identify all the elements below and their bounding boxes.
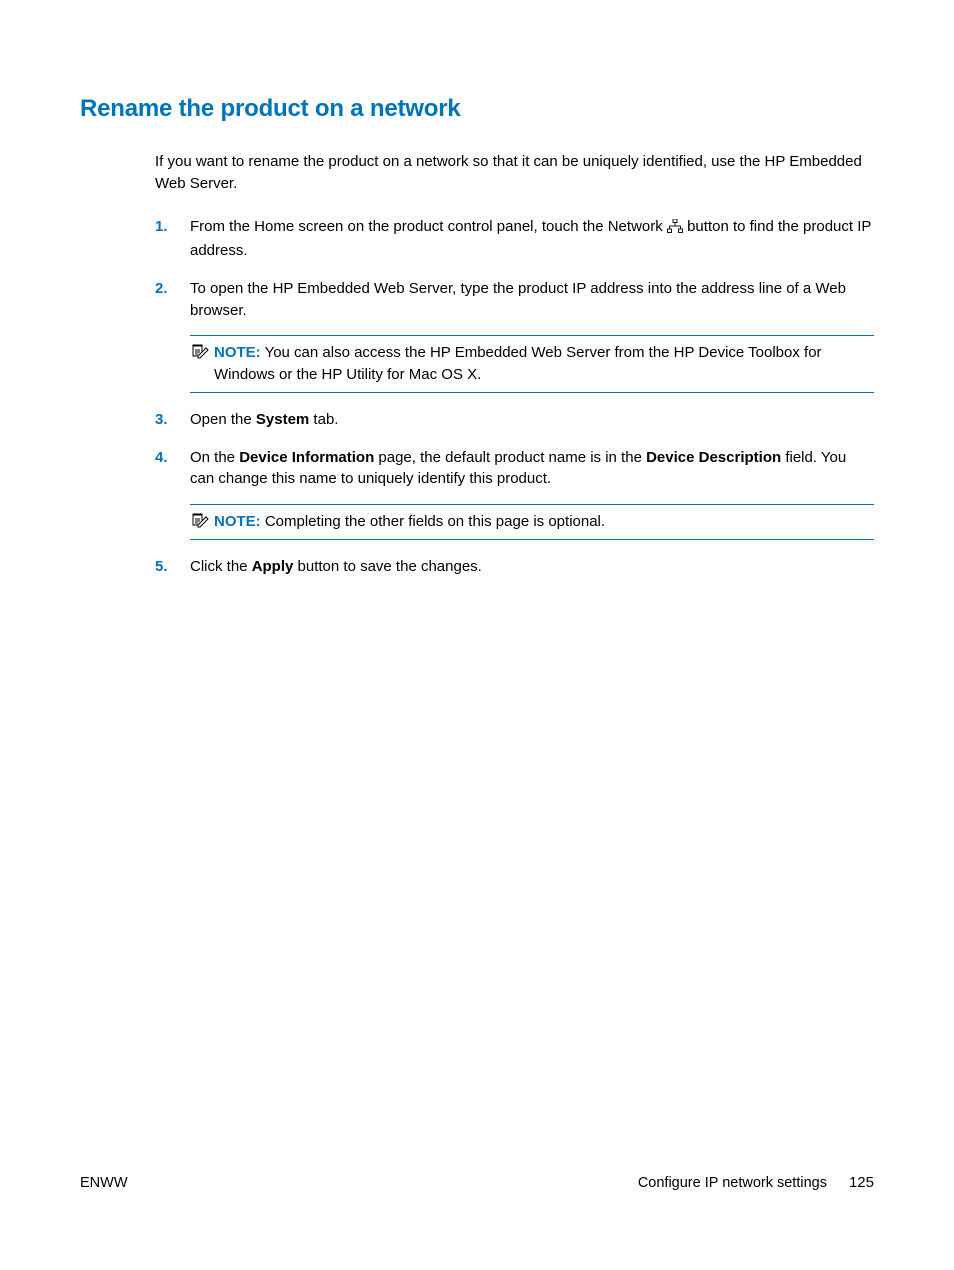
page-footer: ENWW Configure IP network settings 125 [80, 1172, 874, 1194]
note-icon [190, 343, 210, 363]
step-text: Click the Apply button to save the chang… [190, 558, 482, 575]
step-4: 4. On the Device Information page, the d… [155, 447, 874, 540]
note-label: NOTE: [214, 344, 261, 361]
footer-left: ENWW [80, 1173, 128, 1194]
step-number: 3. [155, 409, 168, 431]
step-number: 2. [155, 278, 168, 300]
step-number: 4. [155, 447, 168, 469]
note-content: NOTE: You can also access the HP Embedde… [214, 342, 874, 386]
intro-paragraph: If you want to rename the product on a n… [155, 151, 874, 195]
footer-section: Configure IP network settings [638, 1173, 827, 1194]
step-text: To open the HP Embedded Web Server, type… [190, 280, 846, 319]
step-3: 3. Open the System tab. [155, 409, 874, 431]
page-number: 125 [849, 1172, 874, 1194]
step-text: Open the System tab. [190, 411, 338, 428]
note-box: NOTE: Completing the other fields on thi… [190, 504, 874, 540]
step-2: 2. To open the HP Embedded Web Server, t… [155, 278, 874, 393]
network-icon [667, 218, 683, 240]
note-box: NOTE: You can also access the HP Embedde… [190, 335, 874, 393]
step-number: 5. [155, 556, 168, 578]
step-1: 1. From the Home screen on the product c… [155, 216, 874, 262]
step-5: 5. Click the Apply button to save the ch… [155, 556, 874, 578]
page-heading: Rename the product on a network [80, 92, 874, 127]
step-number: 1. [155, 216, 168, 238]
step-text: From the Home screen on the product cont… [190, 218, 871, 259]
steps-list: 1. From the Home screen on the product c… [155, 216, 874, 577]
note-icon [190, 512, 210, 532]
note-label: NOTE: [214, 513, 261, 530]
note-content: NOTE: Completing the other fields on thi… [214, 511, 874, 533]
step-text: On the Device Information page, the defa… [190, 449, 846, 488]
